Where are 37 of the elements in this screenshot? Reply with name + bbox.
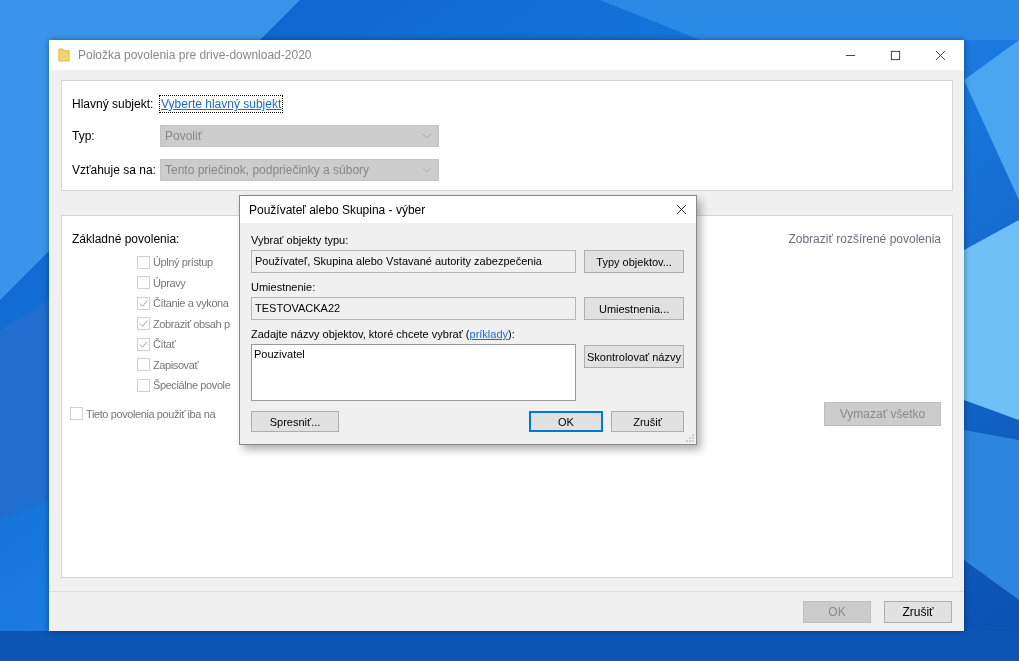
dialog-button[interactable]: Spresniť... <box>251 411 339 432</box>
checkbox-label: Úpravy <box>153 276 186 289</box>
checkbox-label: Špeciálne povole <box>153 379 231 392</box>
chevron-down-icon <box>422 167 432 173</box>
field-label: Vybrať objekty typu: <box>251 234 350 248</box>
cancel-button[interactable]: Zrušiť <box>884 600 952 623</box>
folder-icon <box>58 47 70 63</box>
checkbox-label: Úplný prístup <box>153 256 213 269</box>
checkbox-label: Čítať <box>153 338 176 351</box>
check-names-button[interactable]: Skontrolovať názvy <box>584 345 684 368</box>
select-principal-link[interactable]: Vyberte hlavný subjekt <box>160 96 283 112</box>
dialog-button[interactable]: OK <box>529 411 603 432</box>
names-field[interactable]: Pouzivatel <box>251 344 576 401</box>
checkbox-label: Čítanie a vykona <box>153 297 229 310</box>
maximize-icon[interactable] <box>890 49 901 61</box>
examples-link[interactable]: príklady <box>469 328 509 340</box>
window-title: Položka povolenia pre drive-download-2020 <box>78 48 312 62</box>
chevron-down-icon <box>422 133 432 139</box>
readonly-field: TESTOVACKA22 <box>251 297 577 320</box>
permissions-heading: Základné povolenia: <box>72 232 180 246</box>
dialog-button[interactable]: Umiestnenia... <box>584 297 684 320</box>
advanced-permissions-link[interactable]: Zobraziť rozšírené povolenia <box>788 232 941 246</box>
field-label: Umiestnenie: <box>251 281 317 295</box>
readonly-field: Používateľ, Skupina alebo Vstavané autority zabezpečenia <box>251 250 577 273</box>
dialog-button[interactable]: Typy objektov... <box>584 250 684 273</box>
checkbox-label: Zapisovať <box>153 358 199 371</box>
dialog-button[interactable]: Zrušiť <box>611 411 684 432</box>
names-prompt: Zadajte názvy objektov, ktoré chcete vybrať (príklady): <box>251 328 516 342</box>
dialog-title: Používateľ alebo Skupina - výber <box>249 202 427 217</box>
checkbox-label: Tieto povolenia použiť iba na <box>86 407 216 420</box>
close-icon[interactable] <box>676 204 687 215</box>
field-label: Vzťahuje sa na: <box>72 163 157 177</box>
principal-label: Hlavný subjekt: <box>72 97 155 111</box>
close-icon[interactable] <box>935 49 946 61</box>
field-label: Typ: <box>72 129 96 143</box>
resize-grip-icon[interactable] <box>686 434 694 442</box>
checkbox-label: Zobraziť obsah p <box>153 317 230 330</box>
